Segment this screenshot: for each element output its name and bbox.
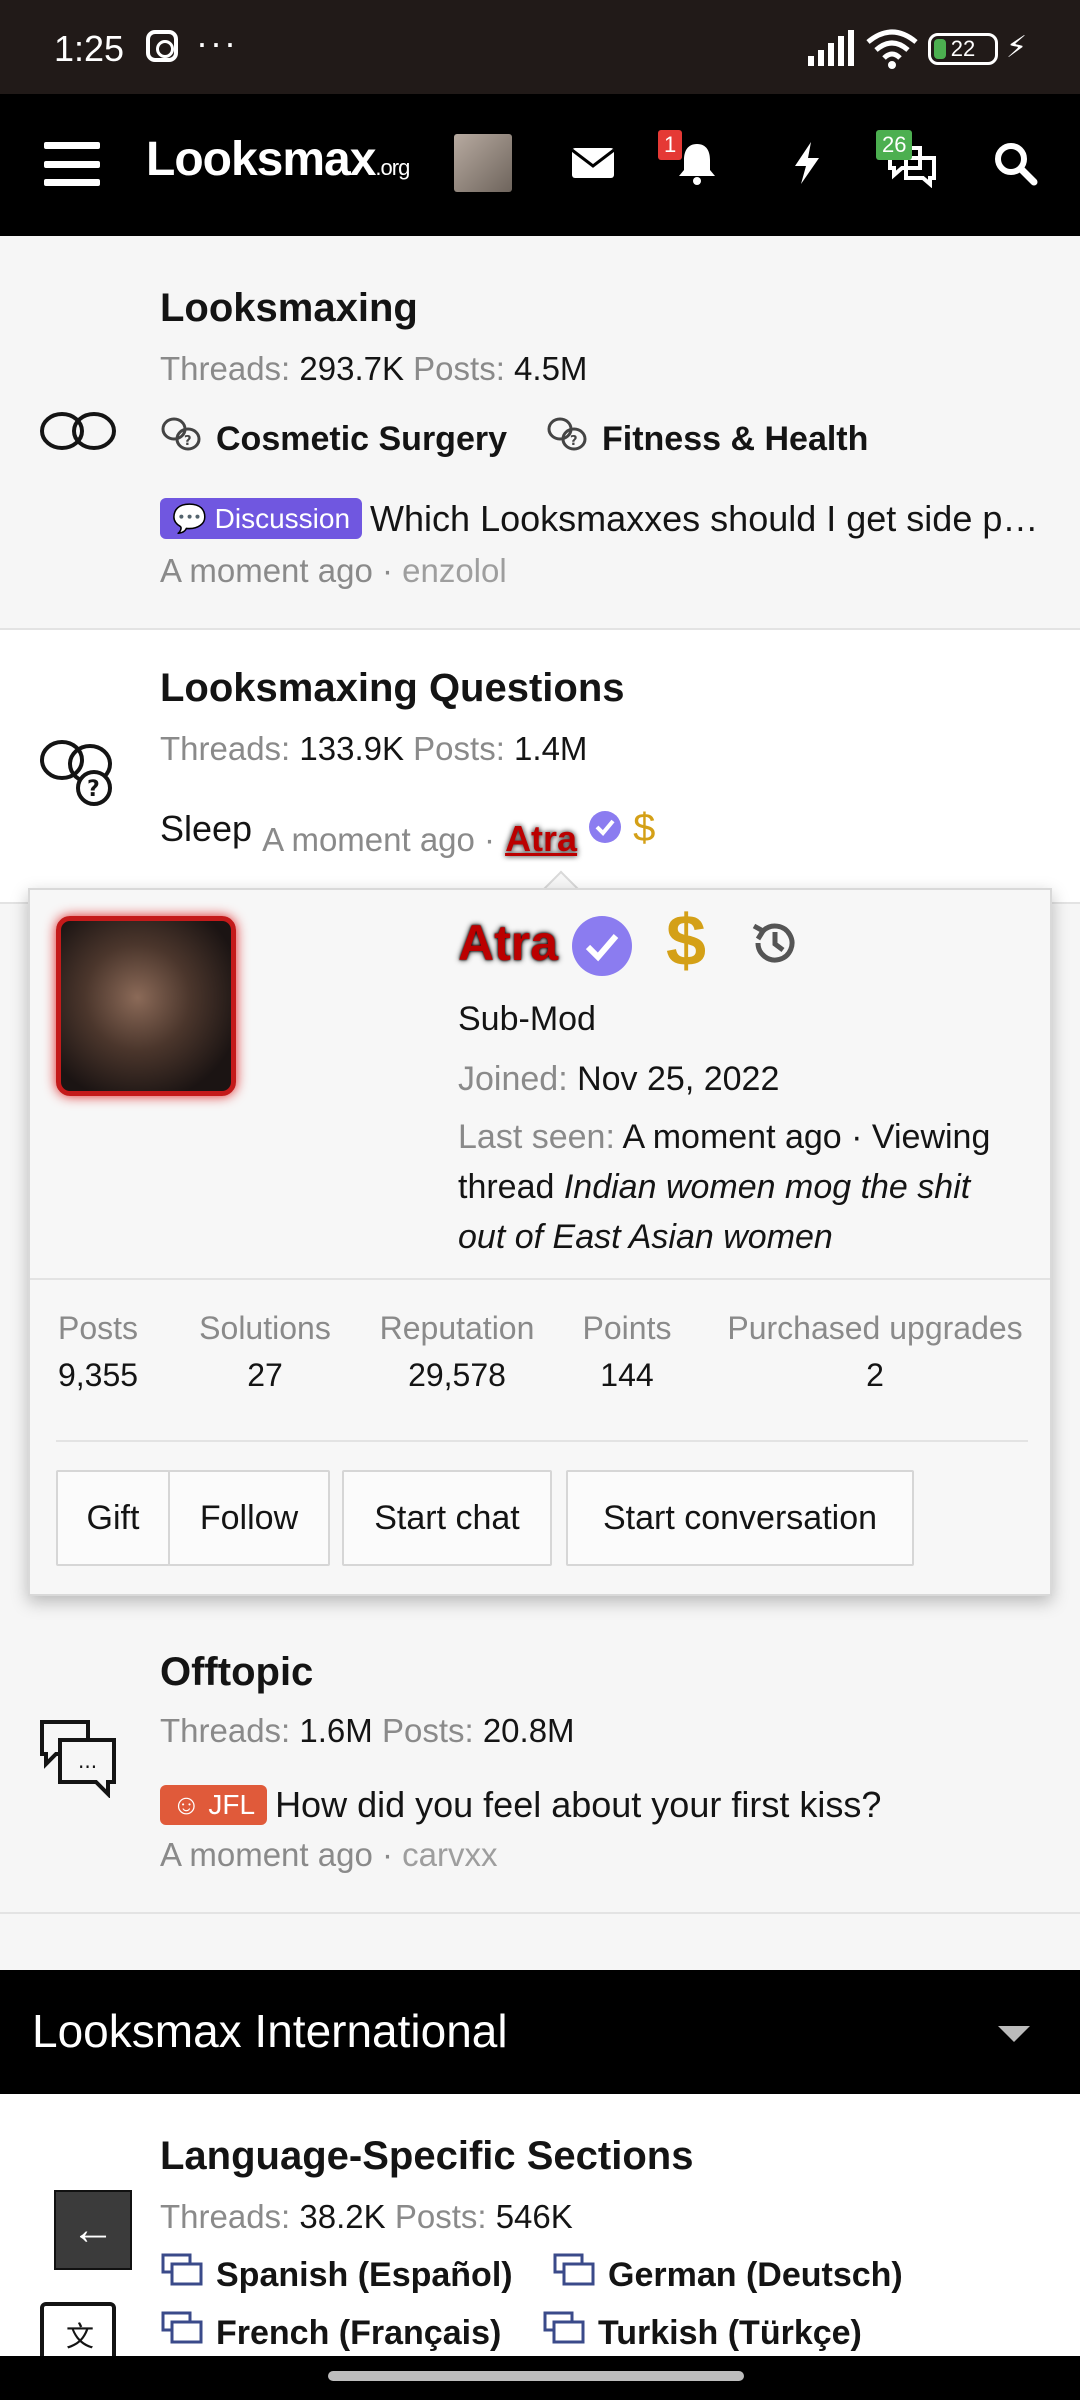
- forum-title[interactable]: Looksmaxing Questions: [160, 666, 625, 711]
- popup-divider: [56, 1440, 1028, 1442]
- forum-title[interactable]: Language-Specific Sections: [160, 2134, 693, 2179]
- dollar-icon: $: [633, 806, 656, 850]
- latest-meta: A moment ago · enzolol: [160, 552, 507, 589]
- subforum-icon: ?: [161, 417, 201, 451]
- forum-row-offtopic[interactable]: ... Offtopic Threads: 1.6M Posts: 20.8M …: [0, 1600, 1080, 1914]
- svg-text:文: 文: [66, 2320, 94, 2353]
- subforum-german[interactable]: German (Deutsch): [552, 2252, 903, 2295]
- stat-solutions: Solutions 27: [199, 1310, 331, 1393]
- forum-translate-icon: 文: [40, 2302, 116, 2356]
- forum-stats: Threads: 1.6M Posts: 20.8M: [160, 1712, 575, 1749]
- follow-button[interactable]: Follow: [168, 1470, 330, 1566]
- forum-chat-icon: ...: [40, 1720, 116, 1798]
- discussion-icon: 💬: [172, 503, 207, 534]
- home-handle[interactable]: [328, 2371, 744, 2381]
- battery-level: 22: [950, 36, 976, 61]
- viewing-thread-link-cont[interactable]: out of East Asian women: [458, 1218, 833, 1256]
- instagram-icon: [146, 30, 178, 62]
- svg-text:?: ?: [184, 434, 192, 449]
- subforum-chat-icon: [161, 2253, 203, 2286]
- gift-button[interactable]: Gift: [56, 1470, 170, 1566]
- latest-user[interactable]: carvxx: [402, 1836, 497, 1873]
- svg-text:?: ?: [87, 777, 100, 802]
- member-tooltip-popup: Atra $ Sub-Mod Joined: Nov 25, 2022 Last…: [28, 888, 1052, 1596]
- forum-title[interactable]: Offtopic: [160, 1650, 313, 1695]
- verified-icon: [589, 811, 622, 843]
- signal-icon: [808, 30, 854, 66]
- bolt-icon[interactable]: [782, 138, 832, 188]
- user-avatar[interactable]: [454, 134, 512, 192]
- battery-icon: 22: [928, 33, 998, 65]
- latest-thread[interactable]: Sleep A moment ago · Atra $: [160, 806, 1044, 859]
- section-title: Looksmax International: [32, 2005, 508, 2057]
- dollar-icon: $: [666, 901, 707, 981]
- subforum-chat-icon: [161, 2311, 203, 2344]
- mail-icon[interactable]: [568, 138, 618, 188]
- history-icon[interactable]: [746, 914, 804, 972]
- status-bar: 1:25 ··· 22 ⚡: [0, 0, 1080, 94]
- forum-row-looksmaxing-questions[interactable]: ? Looksmaxing Questions Threads: 133.9K …: [0, 630, 1080, 904]
- forum-stats: Threads: 293.7K Posts: 4.5M: [160, 350, 588, 387]
- latest-meta: A moment ago · carvxx: [160, 1836, 498, 1873]
- latest-user[interactable]: enzolol: [402, 552, 507, 589]
- subforum-chat-icon: [543, 2311, 585, 2344]
- latest-user[interactable]: Atra: [505, 818, 577, 859]
- start-chat-button[interactable]: Start chat: [342, 1470, 552, 1566]
- back-arrow-icon[interactable]: ←: [54, 2190, 132, 2270]
- member-role: Sub-Mod: [458, 1000, 596, 1038]
- wifi-icon: [866, 29, 918, 69]
- status-time: 1:25: [54, 28, 125, 69]
- forum-rings-icon: [40, 412, 116, 450]
- forum-row-looksmaxing[interactable]: Looksmaxing Threads: 293.7K Posts: 4.5M …: [0, 236, 1080, 630]
- forum-title[interactable]: Looksmaxing: [160, 286, 418, 331]
- subforum-icon: ?: [547, 417, 587, 451]
- forum-stats: Threads: 133.9K Posts: 1.4M: [160, 730, 588, 767]
- stat-reputation: Reputation 29,578: [379, 1310, 535, 1393]
- gesture-nav-bar: [0, 2356, 1080, 2400]
- jfl-icon: ☺: [172, 1789, 201, 1820]
- hamburger-icon[interactable]: [44, 142, 100, 186]
- start-conversation-button[interactable]: Start conversation: [566, 1470, 914, 1566]
- status-more-dots: ···: [196, 22, 238, 63]
- subforum-cosmetic-surgery[interactable]: ? Cosmetic Surgery: [160, 416, 507, 459]
- latest-thread[interactable]: 💬 Discussion Which Looksmaxxes should I g…: [160, 498, 1044, 540]
- latest-thread-title: Sleep: [160, 808, 253, 849]
- svg-text:...: ...: [78, 1749, 97, 1773]
- subforum-spanish[interactable]: Spanish (Español): [160, 2252, 513, 2295]
- discussion-tag: 💬 Discussion: [160, 498, 363, 539]
- subforum-turkish[interactable]: Turkish (Türkçe): [542, 2310, 862, 2353]
- jfl-tag: ☺ JFL: [160, 1785, 268, 1825]
- member-avatar[interactable]: [56, 916, 236, 1096]
- chat-badge: 26: [876, 130, 913, 160]
- stat-points: Points 144: [582, 1310, 672, 1393]
- search-icon[interactable]: [990, 138, 1040, 188]
- charging-icon: ⚡: [1006, 31, 1028, 64]
- forum-question-icon: ?: [40, 740, 112, 806]
- member-username[interactable]: Atra: [458, 914, 558, 972]
- member-last-seen: Last seen: A moment ago · Viewing thread…: [458, 1118, 991, 1256]
- subforum-french[interactable]: French (Français): [160, 2310, 501, 2353]
- collapse-caret-icon[interactable]: [998, 2026, 1030, 2042]
- notification-badge: 1: [658, 130, 683, 160]
- subforum-chat-icon: [553, 2253, 595, 2286]
- site-logo[interactable]: Looksmax.org: [146, 132, 410, 187]
- forum-stats: Threads: 38.2K Posts: 546K: [160, 2198, 573, 2235]
- latest-thread-title: Which Looksmaxxes should I get side pr…: [370, 498, 1044, 539]
- member-joined: Joined: Nov 25, 2022: [458, 1060, 780, 1098]
- section-header-international[interactable]: Looksmax International: [0, 1970, 1080, 2094]
- popup-divider: [30, 1278, 1050, 1280]
- forum-row-language-sections[interactable]: 文 Language-Specific Sections Threads: 38…: [0, 2094, 1080, 2356]
- viewing-thread-link[interactable]: Indian women mog the shit: [564, 1168, 970, 1206]
- latest-thread[interactable]: ☺ JFL How did you feel about your first k…: [160, 1784, 1044, 1826]
- subforum-fitness-health[interactable]: ? Fitness & Health: [546, 416, 868, 459]
- latest-thread-title: How did you feel about your first kiss?: [275, 1784, 882, 1825]
- logo-suffix: .org: [375, 155, 410, 180]
- logo-text: Looksmax: [146, 133, 376, 186]
- verified-icon: [572, 916, 632, 976]
- svg-text:?: ?: [570, 434, 578, 449]
- top-navbar: Looksmax.org 1 26: [0, 94, 1080, 236]
- stat-purchased-upgrades: Purchased upgrades 2: [727, 1310, 1023, 1393]
- stat-posts: Posts 9,355: [57, 1310, 139, 1393]
